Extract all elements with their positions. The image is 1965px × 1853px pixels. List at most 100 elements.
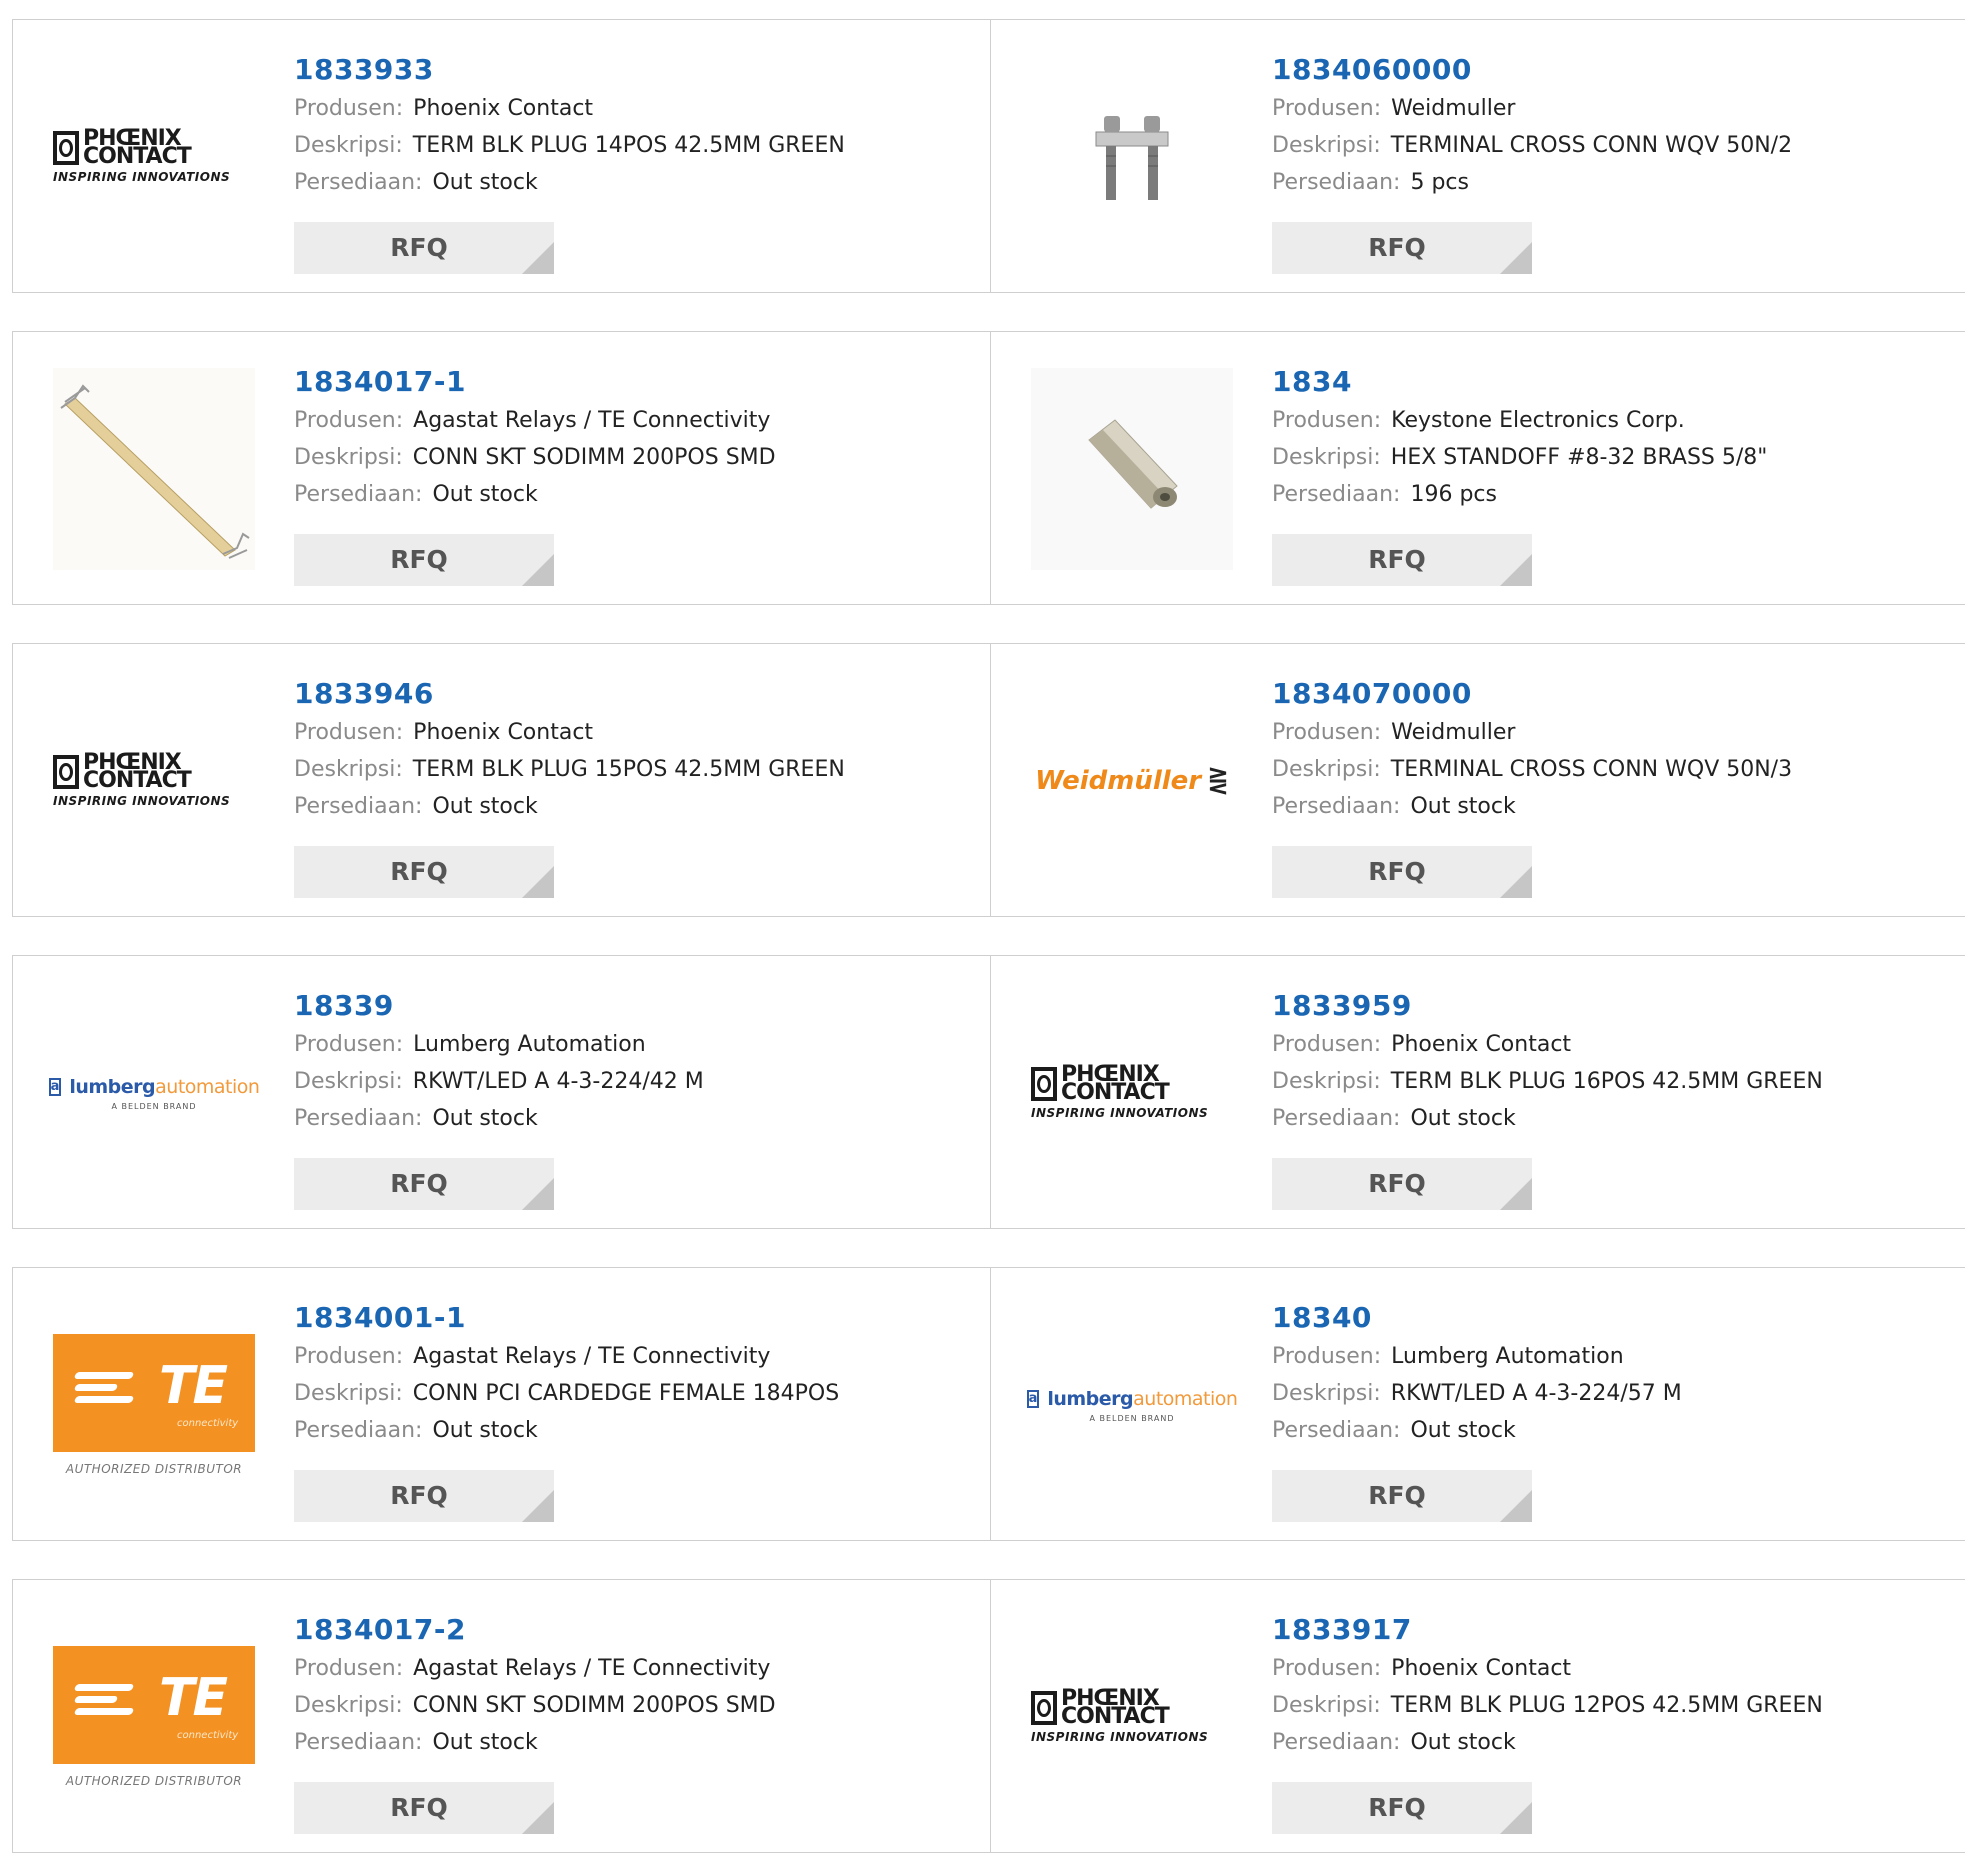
- product-image[interactable]: PHŒNIX CONTACT INSPIRING INNOVATIONS: [1031, 992, 1233, 1194]
- stock-value: Out stock: [1410, 1106, 1516, 1131]
- part-number-link[interactable]: 1834017-2: [294, 1610, 954, 1650]
- product-card: PHŒNIX CONTACT INSPIRING INNOVATIONS 183391…: [991, 1580, 1965, 1852]
- part-number-link[interactable]: 1833933: [294, 50, 954, 90]
- rfq-button[interactable]: RFQ: [1272, 534, 1532, 586]
- rfq-button[interactable]: RFQ: [294, 1470, 554, 1522]
- product-image[interactable]: a lumberg automation A BELDEN BRAND: [48, 992, 260, 1194]
- product-card: TE connectivity AUTHORIZED DISTRIBUTOR 1834…: [13, 1268, 991, 1540]
- phoenix-mark-icon: [1031, 1067, 1057, 1101]
- corner-fold-icon: [522, 1802, 554, 1834]
- te-logo-box: TE connectivity: [53, 1334, 255, 1452]
- product-card: 1834060000 Produsen: Weidmuller Deskripsi: T…: [991, 20, 1965, 292]
- stock-label: Persediaan:: [294, 1106, 423, 1131]
- product-row: TE connectivity AUTHORIZED DISTRIBUTOR 1834…: [12, 1579, 1965, 1853]
- product-image[interactable]: a lumberg automation A BELDEN BRAND: [1026, 1304, 1238, 1506]
- description-label: Deskripsi:: [294, 445, 403, 470]
- description-label: Deskripsi:: [294, 133, 403, 158]
- rfq-button[interactable]: RFQ: [294, 1158, 554, 1210]
- rfq-button[interactable]: RFQ: [1272, 1470, 1532, 1522]
- manufacturer: Produsen: Phoenix Contact: [1272, 1650, 1932, 1687]
- manufacturer-label: Produsen:: [294, 408, 404, 433]
- product-image[interactable]: Weidmüller ⋛: [1031, 680, 1233, 882]
- description-label: Deskripsi:: [294, 1069, 403, 1094]
- manufacturer-label: Produsen:: [1272, 408, 1382, 433]
- logo-wordmark: PHŒNIX CONTACT: [83, 128, 192, 169]
- stock: Persediaan: Out stock: [1272, 1100, 1932, 1137]
- rfq-button[interactable]: RFQ: [1272, 846, 1532, 898]
- rfq-button[interactable]: RFQ: [1272, 1782, 1532, 1834]
- product-image[interactable]: TE connectivity AUTHORIZED DISTRIBUTOR: [53, 1616, 255, 1818]
- stock: Persediaan: Out stock: [1272, 1412, 1932, 1449]
- logo-tagline: INSPIRING INNOVATIONS: [53, 794, 231, 808]
- product-image[interactable]: TE connectivity AUTHORIZED DISTRIBUTOR: [53, 1304, 255, 1506]
- manufacturer: Produsen: Lumberg Automation: [1272, 1338, 1932, 1375]
- stock: Persediaan: Out stock: [294, 1412, 954, 1449]
- stock-value: 5 pcs: [1410, 170, 1469, 195]
- description: Deskripsi: TERM BLK PLUG 12POS 42.5MM GRE…: [1272, 1687, 1932, 1724]
- part-number-link[interactable]: 18340: [1272, 1298, 1932, 1338]
- logo-text: TE: [159, 1668, 228, 1728]
- logo-text: CONTACT: [83, 144, 192, 169]
- description: Deskripsi: RKWT/LED A 4-3-224/42 M: [294, 1063, 954, 1100]
- part-number-link[interactable]: 1833959: [1272, 986, 1932, 1026]
- product-info: 1833917 Produsen: Phoenix Contact Deskripsi…: [1272, 1610, 1932, 1761]
- part-number-link[interactable]: 1834060000: [1272, 50, 1932, 90]
- stock-value: Out stock: [432, 1730, 538, 1755]
- logo-text: Weidmüller: [1035, 766, 1202, 796]
- cross-connector-photo[interactable]: [1031, 56, 1233, 258]
- corner-fold-icon: [1500, 1178, 1532, 1210]
- logo-tagline: INSPIRING INNOVATIONS: [1031, 1730, 1209, 1744]
- part-number-link[interactable]: 1834001-1: [294, 1298, 954, 1338]
- description-value: TERM BLK PLUG 12POS 42.5MM GREEN: [1390, 1693, 1823, 1718]
- description: Deskripsi: CONN SKT SODIMM 200POS SMD: [294, 439, 954, 476]
- part-number-link[interactable]: 1833946: [294, 674, 954, 714]
- stock: Persediaan: Out stock: [294, 164, 954, 201]
- rfq-button[interactable]: RFQ: [294, 846, 554, 898]
- description-label: Deskripsi:: [294, 1693, 403, 1718]
- rfq-button[interactable]: RFQ: [1272, 222, 1532, 274]
- part-number-link[interactable]: 1834070000: [1272, 674, 1932, 714]
- part-number-link[interactable]: 1833917: [1272, 1610, 1932, 1650]
- stock-label: Persediaan:: [294, 1730, 423, 1755]
- product-image[interactable]: PHŒNIX CONTACT INSPIRING INNOVATIONS: [53, 680, 255, 882]
- manufacturer: Produsen: Agastat Relays / TE Connectivit…: [294, 1338, 954, 1375]
- rfq-label: RFQ: [390, 857, 448, 886]
- part-number-link[interactable]: 1834: [1272, 362, 1932, 402]
- stock-label: Persediaan:: [294, 794, 423, 819]
- manufacturer-label: Produsen:: [1272, 96, 1382, 121]
- phoenix-contact-logo: PHŒNIX CONTACT INSPIRING INNOVATIONS: [1031, 1064, 1233, 1120]
- description: Deskripsi: TERM BLK PLUG 15POS 42.5MM GRE…: [294, 751, 954, 788]
- te-logo-box: TE connectivity: [53, 1646, 255, 1764]
- sodimm-socket-photo[interactable]: [53, 368, 255, 570]
- rfq-button[interactable]: RFQ: [294, 1782, 554, 1834]
- logo-mark: a lumberg automation: [1026, 1388, 1238, 1410]
- description-label: Deskripsi:: [294, 1381, 403, 1406]
- stock: Persediaan: 196 pcs: [1272, 476, 1932, 513]
- description-label: Deskripsi:: [1272, 133, 1381, 158]
- hex-standoff-photo[interactable]: [1031, 368, 1233, 570]
- manufacturer: Produsen: Phoenix Contact: [294, 90, 954, 127]
- part-number-link[interactable]: 1834017-1: [294, 362, 954, 402]
- description-value: HEX STANDOFF #8-32 BRASS 5/8": [1390, 445, 1768, 470]
- stock-value: Out stock: [1410, 1418, 1516, 1443]
- manufacturer-value: Phoenix Contact: [413, 96, 594, 121]
- weidmuller-logo: Weidmüller ⋛: [1035, 766, 1229, 796]
- phoenix-contact-logo: PHŒNIX CONTACT INSPIRING INNOVATIONS: [53, 128, 255, 184]
- stock-label: Persediaan:: [1272, 794, 1401, 819]
- manufacturer-label: Produsen:: [1272, 720, 1382, 745]
- manufacturer-value: Lumberg Automation: [413, 1032, 646, 1057]
- rfq-button[interactable]: RFQ: [1272, 1158, 1532, 1210]
- manufacturer-label: Produsen:: [294, 1032, 404, 1057]
- part-number-link[interactable]: 18339: [294, 986, 954, 1026]
- rfq-button[interactable]: RFQ: [294, 534, 554, 586]
- description-value: TERM BLK PLUG 15POS 42.5MM GREEN: [412, 757, 845, 782]
- stock-label: Persediaan:: [1272, 1106, 1401, 1131]
- logo-text: automation: [1133, 1387, 1238, 1410]
- logo-mark: a lumberg automation: [48, 1076, 260, 1098]
- product-image[interactable]: PHŒNIX CONTACT INSPIRING INNOVATIONS: [53, 56, 255, 258]
- logo-mark: PHŒNIX CONTACT: [1031, 1064, 1233, 1104]
- rfq-button[interactable]: RFQ: [294, 222, 554, 274]
- manufacturer-value: Agastat Relays / TE Connectivity: [413, 1344, 771, 1369]
- product-image[interactable]: PHŒNIX CONTACT INSPIRING INNOVATIONS: [1031, 1616, 1233, 1818]
- logo-mark: PHŒNIX CONTACT: [1031, 1688, 1233, 1728]
